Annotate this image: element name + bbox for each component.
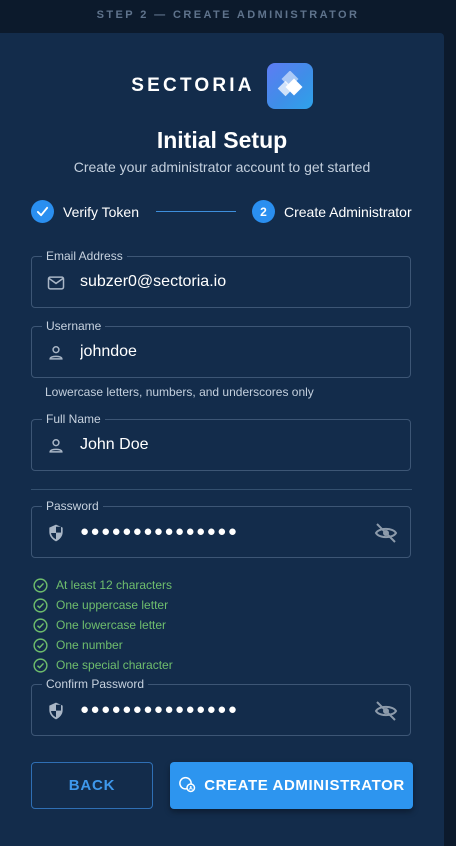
check-circle-icon — [33, 637, 48, 653]
requirement-text: One number — [56, 638, 123, 652]
requirement-text: One special character — [56, 658, 173, 672]
person-icon — [46, 436, 66, 456]
create-administrator-button[interactable]: CREATE ADMINISTRATOR — [170, 762, 413, 809]
requirement-text: One lowercase letter — [56, 618, 167, 632]
email-field[interactable]: Email Address — [31, 248, 411, 308]
brand-name: SECTORIA — [131, 75, 255, 96]
mail-icon — [46, 273, 66, 293]
confirm-password-input[interactable]: ●●●●●●●●●●●●●●● — [80, 685, 370, 735]
setup-card: SECTORIA Initial Setup Create your admin… — [0, 33, 444, 846]
step-number-badge: 2 — [252, 200, 275, 223]
form-divider — [31, 489, 412, 490]
check-circle-icon — [33, 617, 48, 633]
step-banner: STEP 2 — CREATE ADMINISTRATOR — [96, 9, 360, 21]
email-input[interactable] — [80, 257, 370, 307]
person-icon — [46, 343, 66, 363]
page-title: Initial Setup — [156, 127, 288, 153]
brand-header: SECTORIA — [0, 63, 444, 109]
back-button[interactable]: BACK — [31, 762, 153, 809]
check-circle-icon — [33, 577, 48, 593]
password-field[interactable]: Password ●●●●●●●●●●●●●●● — [31, 498, 411, 558]
admin-shield-icon — [178, 775, 196, 797]
create-administrator-label: CREATE ADMINISTRATOR — [204, 777, 405, 794]
username-input[interactable] — [80, 327, 370, 377]
requirement-text: One uppercase letter — [56, 598, 169, 612]
requirement-item: One lowercase letter — [33, 617, 166, 633]
check-icon — [31, 200, 54, 223]
step-label-create-administrator: Create Administrator — [284, 204, 412, 220]
confirm-password-field[interactable]: Confirm Password ●●●●●●●●●●●●●●● — [31, 676, 411, 736]
username-helper-text: Lowercase letters, numbers, and undersco… — [45, 385, 314, 399]
eye-off-icon[interactable] — [374, 521, 398, 545]
requirement-item: At least 12 characters — [33, 577, 172, 593]
full-name-input[interactable] — [80, 420, 370, 470]
shield-icon — [46, 523, 66, 543]
username-field[interactable]: Username — [31, 318, 411, 378]
stepper: Verify Token 2 Create Administrator — [31, 200, 415, 224]
requirement-item: One special character — [33, 657, 173, 673]
requirement-item: One uppercase letter — [33, 597, 168, 613]
stepper-connector — [156, 211, 236, 212]
password-input[interactable]: ●●●●●●●●●●●●●●● — [80, 507, 370, 557]
full-name-field[interactable]: Full Name — [31, 411, 411, 471]
requirement-text: At least 12 characters — [56, 578, 173, 592]
check-circle-icon — [33, 657, 48, 673]
page-subtitle: Create your administrator account to get… — [73, 159, 371, 175]
eye-off-icon[interactable] — [374, 699, 398, 723]
shield-icon — [46, 701, 66, 721]
requirement-item: One number — [33, 637, 123, 653]
step-label-verify-token: Verify Token — [63, 204, 140, 220]
brand-logo-icon — [266, 63, 313, 109]
check-circle-icon — [33, 597, 48, 613]
